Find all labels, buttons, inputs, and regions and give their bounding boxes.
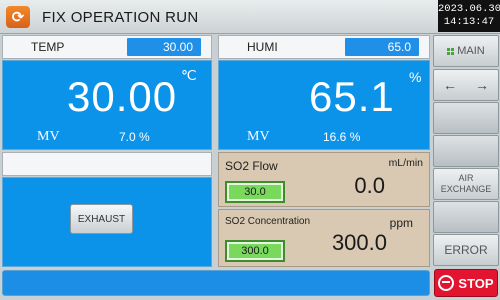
temp-mv-value: 7.0 % — [119, 130, 150, 144]
humi-unit: % — [409, 69, 422, 85]
so2-conc-setpoint[interactable]: 300.0 — [225, 240, 285, 262]
so2-flow-title: SO2 Flow — [225, 159, 278, 173]
humi-mv-value: 16.6 % — [323, 130, 361, 144]
date-readout: 2023.06.30 — [438, 3, 500, 15]
air-exchange-button[interactable]: AIR EXCHANGE — [433, 168, 499, 200]
humi-panel: 65.1 % MV 16.6 % — [218, 60, 430, 150]
side-menu: MAIN ← → AIR EXCHANGE ERROR — [433, 34, 500, 266]
so2-flow-value: 0.0 — [354, 173, 385, 198]
exhaust-button[interactable]: EXHAUST — [70, 204, 133, 234]
temp-header: TEMP 30.00 — [2, 35, 212, 59]
so2-conc-value: 300.0 — [331, 230, 387, 255]
stop-label: STOP — [458, 275, 494, 291]
time-readout: 14:13:47 — [443, 16, 495, 28]
temp-label: TEMP — [31, 40, 65, 54]
message-bar — [2, 270, 430, 296]
so2-conc-title: SO2 Concentration — [225, 216, 311, 227]
humi-mv-label: MV — [247, 129, 270, 144]
blank-status-bar — [2, 152, 212, 176]
main-button[interactable]: MAIN — [433, 35, 499, 67]
humi-value: 65.1 — [309, 73, 395, 120]
exhaust-panel: EXHAUST — [2, 177, 212, 267]
nav-arrows: ← → — [433, 69, 499, 101]
error-button[interactable]: ERROR — [433, 234, 499, 266]
humi-header: HUMI 65.0 — [218, 35, 430, 59]
so2-flow-setpoint[interactable]: 30.0 — [225, 181, 285, 203]
menu-blank-2[interactable] — [433, 135, 499, 167]
title-bar: ⟳ FIX OPERATION RUN 2023.06.30 14:13:47 — [0, 0, 500, 34]
menu-blank-3[interactable] — [433, 201, 499, 233]
clock: 2023.06.30 14:13:47 — [438, 0, 500, 32]
so2-flow-panel: SO2 Flow mL/min 30.0 0.0 — [218, 152, 430, 207]
temp-mv-label: MV — [37, 129, 60, 144]
page-title: FIX OPERATION RUN — [42, 9, 199, 26]
so2-conc-panel: SO2 Concentration ppm 300.0 300.0 — [218, 209, 430, 267]
grid-icon — [447, 47, 455, 55]
screen: ⟳ FIX OPERATION RUN 2023.06.30 14:13:47 … — [0, 0, 500, 300]
stop-button[interactable]: STOP — [434, 269, 498, 297]
temp-panel: 30.00 ℃ MV 7.0 % — [2, 60, 212, 150]
stop-icon — [438, 275, 455, 291]
arrow-right-icon[interactable]: → — [466, 78, 498, 92]
temp-value: 30.00 — [67, 73, 178, 120]
menu-blank-1[interactable] — [433, 102, 499, 134]
arrow-left-icon[interactable]: ← — [434, 78, 466, 92]
main-button-label: MAIN — [457, 44, 485, 57]
humi-label: HUMI — [247, 40, 278, 54]
humi-setpoint[interactable]: 65.0 — [345, 38, 419, 56]
refresh-logo-icon: ⟳ — [6, 6, 30, 28]
so2-conc-unit: ppm — [389, 216, 413, 230]
so2-flow-unit: mL/min — [388, 157, 423, 169]
temp-setpoint[interactable]: 30.00 — [127, 38, 201, 56]
temp-unit: ℃ — [181, 67, 197, 83]
